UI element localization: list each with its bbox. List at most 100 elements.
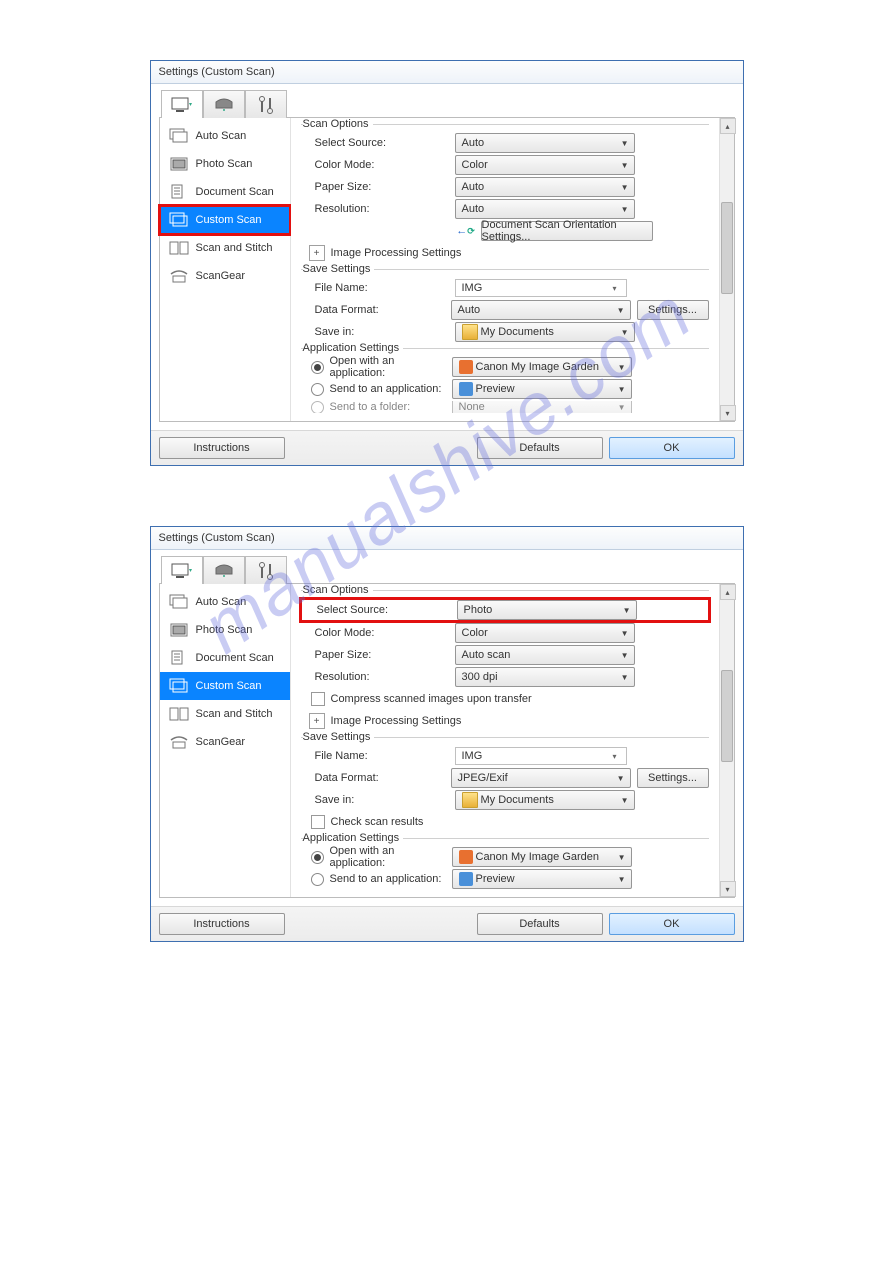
sidebar-item-photo-scan[interactable]: Photo Scan	[160, 616, 290, 644]
sidebar-item-document-scan[interactable]: Document Scan	[160, 178, 290, 206]
color-mode-label: Color Mode:	[301, 627, 455, 639]
check-results-label: Check scan results	[331, 816, 424, 828]
chevron-down-icon: ▼	[618, 328, 632, 337]
sidebar-item-label: Scan and Stitch	[196, 708, 273, 720]
file-name-field[interactable]: IMG▾	[455, 279, 627, 297]
sidebar-item-custom-scan[interactable]: Custom Scan	[160, 672, 290, 700]
scangear-icon	[168, 733, 190, 751]
sidebar-item-auto-scan[interactable]: Auto Scan	[160, 122, 290, 150]
ok-button[interactable]: OK	[609, 437, 735, 459]
scroll-up-icon[interactable]: ▴	[720, 584, 736, 600]
preview-icon	[459, 382, 473, 396]
resolution-label: Resolution:	[301, 203, 455, 215]
sidebar-item-label: ScanGear	[196, 270, 246, 282]
auto-scan-icon	[168, 593, 190, 611]
instructions-button[interactable]: Instructions	[159, 437, 285, 459]
file-name-label: File Name:	[301, 750, 455, 762]
open-with-radio[interactable]	[311, 361, 324, 374]
sidebar: Auto Scan Photo Scan Document Scan Custo…	[160, 118, 291, 421]
select-source-label: Select Source:	[303, 604, 457, 616]
scroll-down-icon[interactable]: ▾	[720, 881, 736, 897]
expand-ips-button[interactable]: +	[309, 245, 325, 261]
tab-tools-icon[interactable]	[245, 556, 287, 586]
chevron-down-icon: ▼	[618, 673, 632, 682]
sidebar-item-auto-scan[interactable]: Auto Scan	[160, 588, 290, 616]
sidebar-item-scangear[interactable]: ScanGear	[160, 262, 290, 290]
scroll-up-icon[interactable]: ▴	[720, 118, 736, 134]
sidebar-item-scan-stitch[interactable]: Scan and Stitch	[160, 700, 290, 728]
send-folder-radio[interactable]	[311, 401, 324, 413]
chevron-down-icon: ▼	[618, 183, 632, 192]
color-mode-dropdown[interactable]: Color▼	[455, 623, 635, 643]
resolution-dropdown[interactable]: 300 dpi▼	[455, 667, 635, 687]
send-to-radio[interactable]	[311, 383, 324, 396]
send-to-dropdown[interactable]: Preview▼	[452, 379, 632, 399]
sidebar-item-label: Photo Scan	[196, 158, 253, 170]
tab-tools-icon[interactable]	[245, 90, 287, 120]
send-to-radio[interactable]	[311, 873, 324, 886]
tab-computer-icon[interactable]	[161, 556, 203, 586]
sidebar-item-label: ScanGear	[196, 736, 246, 748]
sidebar-item-document-scan[interactable]: Document Scan	[160, 644, 290, 672]
scan-stitch-icon	[168, 239, 190, 257]
select-source-dropdown[interactable]: Auto▼	[455, 133, 635, 153]
data-format-dropdown[interactable]: JPEG/Exif▼	[451, 768, 631, 788]
scrollbar[interactable]: ▴ ▾	[719, 584, 734, 897]
open-with-label: Open with an application:	[330, 355, 452, 379]
save-in-dropdown[interactable]: My Documents▼	[455, 322, 635, 342]
sidebar-item-scan-stitch[interactable]: Scan and Stitch	[160, 234, 290, 262]
select-source-dropdown[interactable]: Photo▼	[457, 600, 637, 620]
sidebar-item-label: Photo Scan	[196, 624, 253, 636]
send-folder-label: Send to a folder:	[330, 401, 452, 413]
tab-computer-icon[interactable]	[161, 90, 203, 120]
orientation-settings-button[interactable]: Document Scan Orientation Settings...	[481, 221, 653, 241]
send-to-label: Send to an application:	[330, 873, 452, 885]
defaults-button[interactable]: Defaults	[477, 437, 603, 459]
scroll-thumb[interactable]	[721, 202, 733, 294]
chevron-down-icon: ▼	[618, 139, 632, 148]
format-settings-button[interactable]: Settings...	[637, 300, 709, 320]
send-folder-dropdown[interactable]: None▼	[452, 401, 632, 413]
format-settings-button[interactable]: Settings...	[637, 768, 709, 788]
color-mode-dropdown[interactable]: Color▼	[455, 155, 635, 175]
garden-icon	[459, 850, 473, 864]
open-with-dropdown[interactable]: Canon My Image Garden▼	[452, 357, 632, 377]
scan-options-title: Scan Options	[303, 584, 373, 596]
open-with-dropdown[interactable]: Canon My Image Garden▼	[452, 847, 632, 867]
ok-button[interactable]: OK	[609, 913, 735, 935]
restore-default-icon[interactable]: ←⟳	[455, 225, 477, 237]
scrollbar[interactable]: ▴ ▾	[719, 118, 734, 421]
resolution-dropdown[interactable]: Auto▼	[455, 199, 635, 219]
garden-icon	[459, 360, 473, 374]
defaults-button[interactable]: Defaults	[477, 913, 603, 935]
chevron-down-icon: ▼	[615, 853, 629, 862]
tab-scanner-icon[interactable]	[203, 90, 245, 120]
ips-label: Image Processing Settings	[331, 715, 462, 727]
chevron-down-icon: ▼	[618, 629, 632, 638]
file-name-field[interactable]: IMG▾	[455, 747, 627, 765]
sidebar-item-photo-scan[interactable]: Photo Scan	[160, 150, 290, 178]
instructions-button[interactable]: Instructions	[159, 913, 285, 935]
content-pane: Scan Options Select Source:Auto▼ Color M…	[291, 118, 719, 421]
document-scan-icon	[168, 183, 190, 201]
scroll-down-icon[interactable]: ▾	[720, 405, 736, 421]
scangear-icon	[168, 267, 190, 285]
scroll-thumb[interactable]	[721, 670, 733, 762]
sidebar-item-label: Custom Scan	[196, 680, 262, 692]
compress-checkbox[interactable]	[311, 692, 325, 706]
file-name-label: File Name:	[301, 282, 455, 294]
open-with-radio[interactable]	[311, 851, 324, 864]
document-scan-icon	[168, 649, 190, 667]
send-to-dropdown[interactable]: Preview▼	[452, 869, 632, 889]
paper-size-dropdown[interactable]: Auto▼	[455, 177, 635, 197]
save-in-dropdown[interactable]: My Documents▼	[455, 790, 635, 810]
sidebar-item-scangear[interactable]: ScanGear	[160, 728, 290, 756]
chevron-down-icon: ▼	[615, 875, 629, 884]
sidebar-item-custom-scan[interactable]: Custom Scan	[160, 206, 290, 234]
folder-icon	[462, 792, 478, 808]
expand-ips-button[interactable]: +	[309, 713, 325, 729]
paper-size-dropdown[interactable]: Auto scan▼	[455, 645, 635, 665]
check-results-checkbox[interactable]	[311, 815, 325, 829]
data-format-dropdown[interactable]: Auto▼	[451, 300, 631, 320]
tab-scanner-icon[interactable]	[203, 556, 245, 586]
